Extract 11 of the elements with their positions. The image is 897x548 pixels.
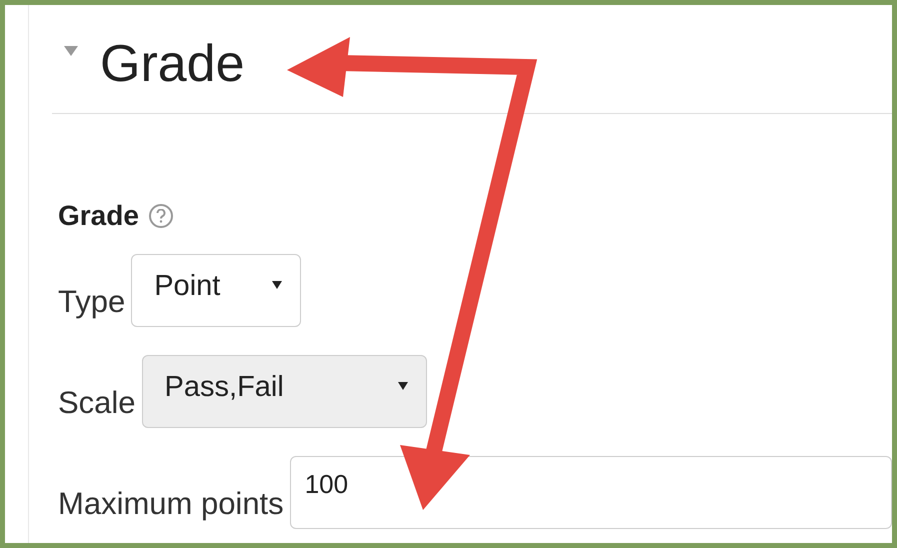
group-label: Grade	[58, 202, 139, 230]
caret-icon	[398, 382, 408, 390]
section-title: Grade	[100, 38, 245, 90]
field-label: Maximum points	[58, 488, 284, 519]
number-field[interactable]: 100	[290, 456, 892, 529]
field-label: Scale	[58, 387, 136, 418]
field-label: Type	[58, 286, 126, 317]
caret-icon	[272, 281, 282, 289]
help-icon[interactable]	[148, 204, 173, 228]
collapse-triangle-icon[interactable]	[64, 46, 78, 56]
select-dropdown[interactable]: Point	[131, 254, 302, 327]
